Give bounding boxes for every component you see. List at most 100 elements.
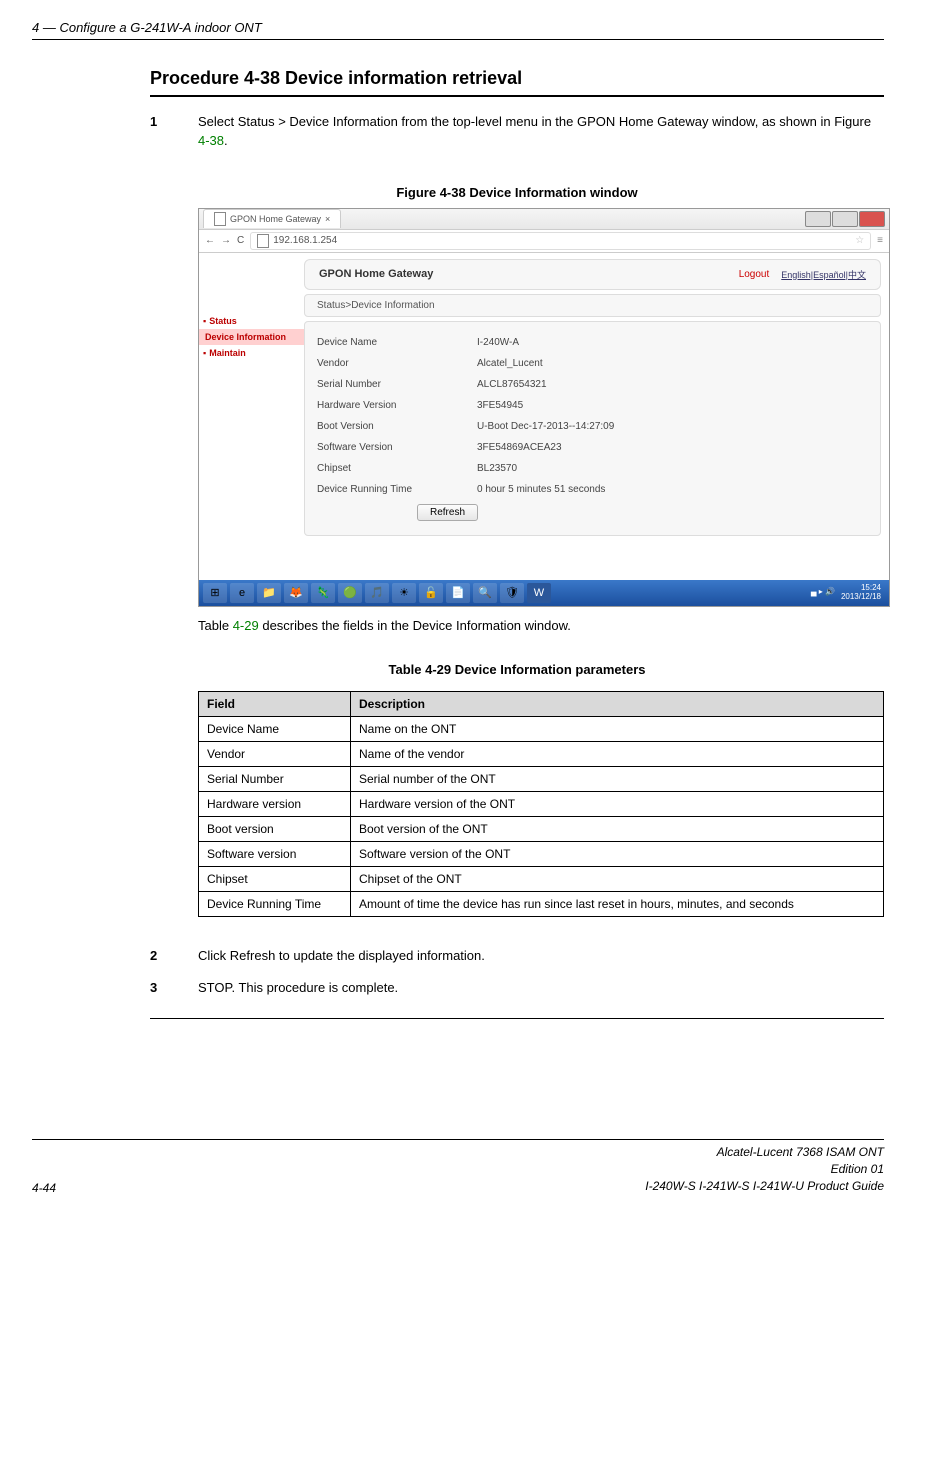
system-tray[interactable]: ▄ ▸ 🔊 15:24 2013/12/18 bbox=[811, 584, 885, 602]
info-row: VendorAlcatel_Lucent bbox=[317, 353, 868, 374]
close-button[interactable] bbox=[859, 211, 885, 227]
intro-a: Table bbox=[198, 618, 233, 633]
logout-link[interactable]: Logout bbox=[739, 269, 770, 280]
footer-product: Alcatel-Lucent 7368 ISAM ONT bbox=[645, 1144, 884, 1161]
browser-tab[interactable]: GPON Home Gateway × bbox=[203, 209, 341, 228]
tab-close-icon[interactable]: × bbox=[325, 214, 330, 224]
table-row: Software versionSoftware version of the … bbox=[199, 841, 884, 866]
page-icon bbox=[214, 212, 226, 226]
taskbar-icons: ⊞ e 📁 🦊 🦎 🟢 🎵 ☀ 🔓 📄 🔍 🛡 W bbox=[203, 583, 551, 603]
desc-cell: Chipset of the ONT bbox=[351, 866, 884, 891]
start-button[interactable]: ⊞ bbox=[203, 583, 227, 603]
info-row: Device NameI-240W-A bbox=[317, 332, 868, 353]
sidebar-item-maintain[interactable]: ▪Maintain bbox=[199, 345, 304, 361]
minimize-button[interactable] bbox=[805, 211, 831, 227]
explorer-icon[interactable]: 📁 bbox=[257, 583, 281, 603]
info-row: ChipsetBL23570 bbox=[317, 458, 868, 479]
desc-cell: Serial number of the ONT bbox=[351, 766, 884, 791]
page-banner: GPON Home Gateway Logout English|Español… bbox=[304, 259, 881, 290]
table-caption: Table 4-29 Device Information parameters bbox=[150, 662, 884, 677]
table-intro-text: Table 4-29 describes the fields in the D… bbox=[198, 617, 884, 636]
app3-icon[interactable]: 🔓 bbox=[419, 583, 443, 603]
figure-screenshot: GPON Home Gateway × ← → C 192.168.1.254 bbox=[198, 208, 890, 607]
chrome-icon[interactable]: 🟢 bbox=[338, 583, 362, 603]
desc-cell: Amount of time the device has run since … bbox=[351, 891, 884, 916]
field-cell: Hardware version bbox=[199, 791, 351, 816]
table-row: Boot versionBoot version of the ONT bbox=[199, 816, 884, 841]
field-cell: Boot version bbox=[199, 816, 351, 841]
sidebar-item-status[interactable]: ▪Status bbox=[199, 313, 304, 329]
intro-b: describes the fields in the Device Infor… bbox=[259, 618, 571, 633]
bookmark-star-icon[interactable] bbox=[855, 235, 864, 246]
info-value: 3FE54869ACEA23 bbox=[477, 442, 562, 453]
info-label: Serial Number bbox=[317, 379, 477, 390]
field-cell: Chipset bbox=[199, 866, 351, 891]
desc-cell: Boot version of the ONT bbox=[351, 816, 884, 841]
info-value: 3FE54945 bbox=[477, 400, 523, 411]
table-row: ChipsetChipset of the ONT bbox=[199, 866, 884, 891]
step-text: Click Refresh to update the displayed in… bbox=[198, 947, 884, 966]
sidebar-maintain-label: Maintain bbox=[209, 348, 246, 358]
ie-icon[interactable]: e bbox=[230, 583, 254, 603]
table-row: Serial NumberSerial number of the ONT bbox=[199, 766, 884, 791]
word-icon[interactable]: W bbox=[527, 583, 551, 603]
app2-icon[interactable]: ☀ bbox=[392, 583, 416, 603]
table-ref-link[interactable]: 4-29 bbox=[233, 618, 259, 633]
sidebar-item-device-information[interactable]: Device Information bbox=[199, 329, 304, 345]
app4-icon[interactable]: 📄 bbox=[446, 583, 470, 603]
table-row: VendorName of the vendor bbox=[199, 741, 884, 766]
search-icon[interactable]: 🔍 bbox=[473, 583, 497, 603]
device-info-panel: Device NameI-240W-A VendorAlcatel_Lucent… bbox=[304, 321, 881, 536]
info-label: Device Name bbox=[317, 337, 477, 348]
procedure-end-rule bbox=[150, 1018, 884, 1019]
step-2: 2 Click Refresh to update the displayed … bbox=[150, 947, 884, 966]
page-number: 4-44 bbox=[32, 1181, 56, 1195]
reload-icon[interactable]: C bbox=[237, 235, 244, 246]
info-row: Boot VersionU-Boot Dec-17-2013--14:27:09 bbox=[317, 416, 868, 437]
table-header-field: Field bbox=[199, 691, 351, 716]
footer-guide: I-240W-S I-241W-S I-241W-U Product Guide bbox=[645, 1178, 884, 1195]
back-icon[interactable]: ← bbox=[205, 235, 215, 246]
figure-caption: Figure 4-38 Device Information window bbox=[150, 185, 884, 200]
browser-tab-bar: GPON Home Gateway × bbox=[199, 209, 889, 230]
shield-icon[interactable]: 🛡 bbox=[500, 583, 524, 603]
procedure-title: Procedure 4-38 Device information retrie… bbox=[150, 68, 884, 97]
site-icon bbox=[257, 234, 269, 248]
info-label: Device Running Time bbox=[317, 484, 477, 495]
step-1: 1 Select Status > Device Information fro… bbox=[150, 113, 884, 151]
info-row: Device Running Time0 hour 5 minutes 51 s… bbox=[317, 479, 868, 500]
info-row: Hardware Version3FE54945 bbox=[317, 395, 868, 416]
breadcrumb: Status>Device Information bbox=[304, 294, 881, 317]
refresh-button[interactable]: Refresh bbox=[417, 504, 478, 521]
maximize-button[interactable] bbox=[832, 211, 858, 227]
info-value: Alcatel_Lucent bbox=[477, 358, 543, 369]
field-cell: Vendor bbox=[199, 741, 351, 766]
page-footer: 4-44 Alcatel-Lucent 7368 ISAM ONT Editio… bbox=[32, 1139, 884, 1194]
desc-cell: Software version of the ONT bbox=[351, 841, 884, 866]
browser-menu-icon[interactable] bbox=[877, 235, 883, 246]
chapter-header: 4 — Configure a G-241W-A indoor ONT bbox=[32, 20, 884, 40]
info-value: ALCL87654321 bbox=[477, 379, 547, 390]
step-text: STOP. This procedure is complete. bbox=[198, 979, 884, 998]
figure-ref-link[interactable]: 4-38 bbox=[198, 133, 224, 148]
firefox-icon[interactable]: 🦊 bbox=[284, 583, 308, 603]
info-row: Software Version3FE54869ACEA23 bbox=[317, 437, 868, 458]
desc-cell: Name of the vendor bbox=[351, 741, 884, 766]
step-number: 1 bbox=[150, 113, 198, 151]
info-label: Hardware Version bbox=[317, 400, 477, 411]
forward-icon[interactable]: → bbox=[221, 235, 231, 246]
info-label: Vendor bbox=[317, 358, 477, 369]
address-bar: ← → C 192.168.1.254 bbox=[199, 230, 889, 253]
app-icon[interactable]: 🦎 bbox=[311, 583, 335, 603]
window-controls bbox=[805, 211, 885, 227]
table-row: Device Running TimeAmount of time the de… bbox=[199, 891, 884, 916]
language-links[interactable]: English|Español|中文 bbox=[781, 268, 866, 281]
parameters-table: Field Description Device NameName on the… bbox=[198, 691, 884, 917]
tab-title: GPON Home Gateway bbox=[230, 214, 321, 224]
step1-text-a: Select Status > Device Information from … bbox=[198, 114, 871, 129]
clock-date: 2013/12/18 bbox=[841, 593, 881, 602]
info-value: 0 hour 5 minutes 51 seconds bbox=[477, 484, 605, 495]
nav-sidebar: ▪Status Device Information ▪Maintain bbox=[199, 253, 304, 540]
url-field[interactable]: 192.168.1.254 bbox=[250, 232, 871, 250]
media-icon[interactable]: 🎵 bbox=[365, 583, 389, 603]
